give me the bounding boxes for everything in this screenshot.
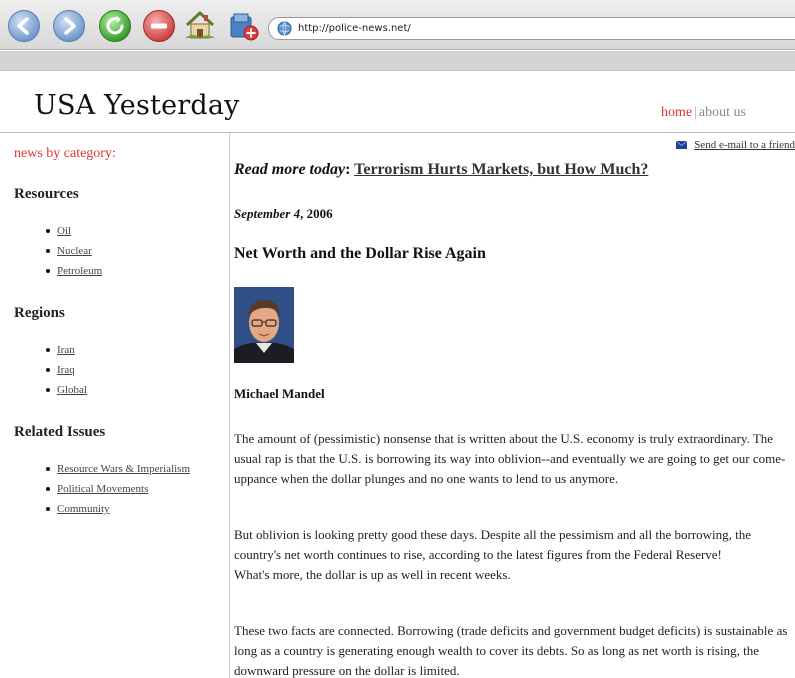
forward-arrow-icon [53, 10, 85, 42]
article-date: September 4, 2006 [234, 206, 333, 222]
regions-list: Iran Iraq Global [46, 340, 226, 400]
section-heading-related-issues: Related Issues [14, 424, 106, 440]
article-author: Michael Mandel [234, 386, 325, 401]
article-paragraph-text: What's more, the dollar is up as well in… [234, 567, 511, 582]
nav-separator: | [694, 105, 697, 120]
sidebar-link-political-movements[interactable]: Political Movements [57, 483, 148, 495]
sidebar-link-petroleum[interactable]: Petroleum [57, 265, 102, 277]
read-more-link[interactable]: Terrorism Hurts Markets, but How Much? [354, 161, 648, 178]
sidebar-link-nuclear[interactable]: Nuclear [57, 245, 92, 257]
article-paragraph-text: But oblivion is looking pretty good thes… [234, 527, 752, 562]
read-more-line: Read more today: Terrorism Hurts Markets… [234, 161, 648, 179]
list-item: Iran [46, 340, 226, 360]
list-item: Political Movements [46, 479, 226, 499]
author-photo [234, 287, 294, 363]
list-item: Petroleum [46, 261, 226, 281]
browser-toolbar [0, 0, 795, 50]
resources-list: Oil Nuclear Petroleum [46, 221, 226, 281]
send-email-widget: Send e-mail to a friend [676, 139, 795, 151]
reload-icon [99, 10, 131, 42]
add-bookmark-button[interactable] [226, 8, 260, 42]
article-headline: Net Worth and the Dollar Rise Again [234, 245, 486, 262]
list-item: Community [46, 499, 226, 519]
sidebar: news by category: Resources Oil Nuclear … [14, 146, 226, 543]
list-item: Iraq [46, 360, 226, 380]
sidebar-link-global[interactable]: Global [57, 384, 87, 396]
send-email-link[interactable]: Send e-mail to a friend [694, 139, 795, 151]
sidebar-link-iran[interactable]: Iran [57, 344, 75, 356]
column-divider [229, 133, 230, 678]
site-title: USA Yesterday [34, 90, 240, 121]
section-heading-resources: Resources [14, 186, 79, 202]
sidebar-link-iraq[interactable]: Iraq [57, 364, 75, 376]
reload-button[interactable] [98, 9, 132, 43]
stop-button[interactable] [142, 9, 176, 43]
author-portrait-image [234, 287, 294, 363]
article-date-year: , 2006 [300, 206, 333, 221]
url-input[interactable] [298, 23, 758, 34]
sidebar-link-oil[interactable]: Oil [57, 225, 71, 237]
read-more-colon: : [345, 161, 351, 178]
article-paragraph: But oblivion is looking pretty good thes… [234, 525, 795, 585]
browser-secondary-bar [0, 51, 795, 71]
forward-button[interactable] [52, 9, 86, 43]
stop-icon [143, 10, 175, 42]
back-button[interactable] [7, 9, 41, 43]
article-paragraph: The amount of (pessimistic) nonsense tha… [234, 431, 786, 486]
nav-about-link[interactable]: about us [699, 105, 746, 120]
article-date-day: September 4 [234, 206, 301, 221]
list-item: Oil [46, 221, 226, 241]
related-issues-list: Resource Wars & Imperialism Political Mo… [46, 459, 226, 519]
nav-home-link[interactable]: home [661, 105, 692, 120]
back-arrow-icon [8, 10, 40, 42]
section-heading-regions: Regions [14, 305, 65, 321]
sidebar-link-resource-wars[interactable]: Resource Wars & Imperialism [57, 463, 190, 475]
address-bar[interactable] [268, 17, 795, 40]
category-title: news by category: [14, 146, 116, 161]
home-icon [185, 11, 215, 39]
list-item: Resource Wars & Imperialism [46, 459, 226, 479]
add-bookmark-icon [230, 13, 259, 41]
article-paragraph: These two facts are connected. Borrowing… [234, 623, 788, 678]
globe-icon [277, 21, 292, 36]
sidebar-link-community[interactable]: Community [57, 503, 110, 515]
header-divider [0, 132, 795, 133]
list-item: Nuclear [46, 241, 226, 261]
read-more-label: Read more today [234, 161, 346, 178]
home-button[interactable] [183, 8, 217, 42]
top-nav: home | about us [661, 105, 746, 121]
envelope-icon [676, 141, 688, 149]
list-item: Global [46, 380, 226, 400]
